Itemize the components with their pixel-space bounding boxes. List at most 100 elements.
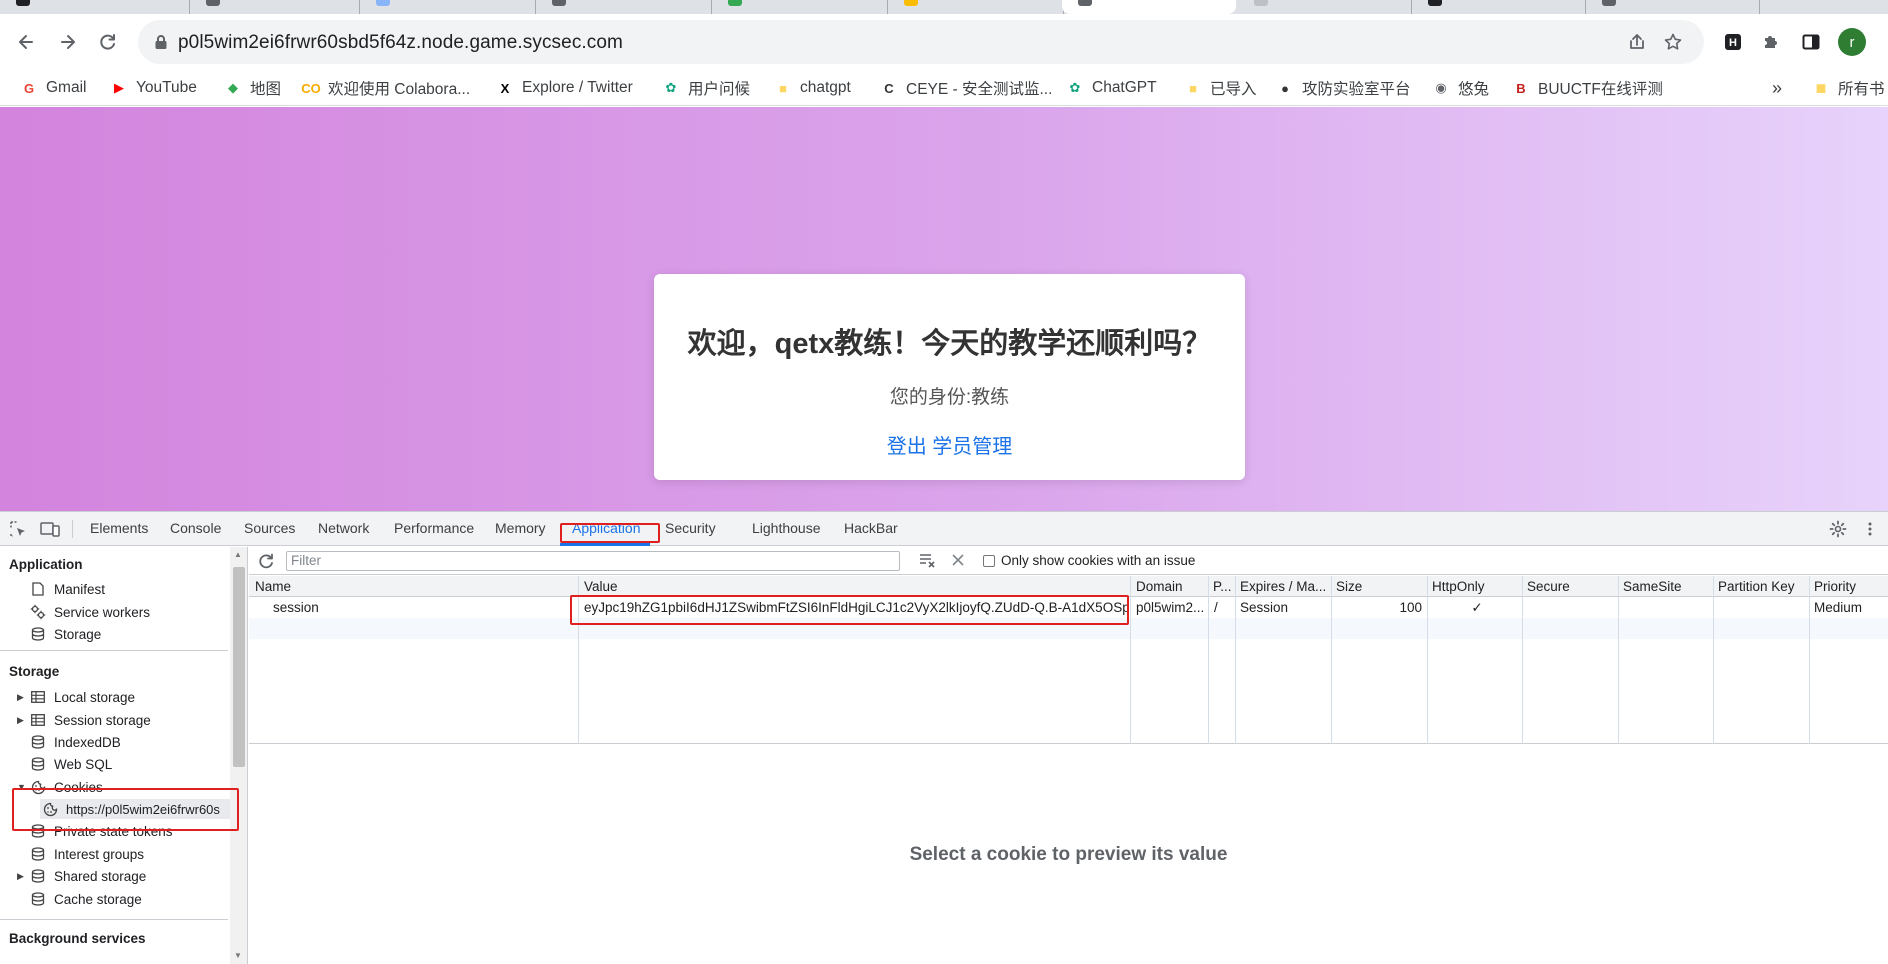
profile-avatar[interactable]: r bbox=[1838, 28, 1866, 56]
devtools-tab-application[interactable]: Application bbox=[572, 520, 641, 536]
share-button[interactable] bbox=[1626, 31, 1648, 53]
only-issue-filter[interactable]: Only show cookies with an issue bbox=[983, 553, 1195, 568]
devtools-menu-button[interactable] bbox=[1860, 520, 1880, 538]
column-header-domain[interactable]: Domain bbox=[1136, 579, 1206, 594]
refresh-cookies-button[interactable] bbox=[257, 552, 275, 573]
browser-tab[interactable] bbox=[1586, 0, 1760, 14]
sidebar-item-interest-groups[interactable]: Interest groups bbox=[30, 844, 144, 864]
bookmark-item[interactable]: C CEYE - 安全测试监... bbox=[880, 76, 1052, 100]
bookmark-label: chatgpt bbox=[800, 79, 851, 96]
scroll-up-arrow-icon[interactable]: ▲ bbox=[234, 550, 242, 559]
sidebar-item-session-storage[interactable]: ▶ Session storage bbox=[17, 710, 151, 730]
browser-tab[interactable] bbox=[536, 0, 712, 14]
column-header-size[interactable]: Size bbox=[1336, 579, 1426, 594]
bookmark-item[interactable]: CO 欢迎使用 Colabora... bbox=[301, 76, 470, 100]
devtools-tab-security[interactable]: Security bbox=[665, 520, 716, 536]
delete-selected-cookie-button[interactable] bbox=[951, 553, 965, 570]
sidebar-item-service-workers[interactable]: Service workers bbox=[30, 602, 150, 622]
bookmark-item[interactable]: ■ 已导入 bbox=[1184, 76, 1256, 100]
clear-all-cookies-button[interactable] bbox=[919, 552, 937, 571]
forward-button[interactable] bbox=[54, 28, 82, 56]
cookie-row[interactable]: session eyJpc19hZG1pbiI6dHJ1ZSwibmFtZSI6… bbox=[249, 597, 1888, 618]
sidebar-scrollbar[interactable]: ▲ ▼ bbox=[230, 547, 247, 964]
table-icon bbox=[30, 712, 46, 728]
devtools-tab-lighthouse[interactable]: Lighthouse bbox=[752, 520, 821, 536]
side-panel-button[interactable] bbox=[1800, 31, 1822, 53]
browser-tab[interactable] bbox=[712, 0, 888, 14]
hackbar-extension-button[interactable]: H bbox=[1722, 31, 1744, 53]
all-bookmarks-button[interactable]: ■ 所有书 bbox=[1812, 76, 1885, 100]
bookmark-item[interactable]: G Gmail bbox=[20, 76, 87, 100]
logout-link[interactable]: 登出 bbox=[887, 436, 927, 458]
sidebar-item-indexeddb[interactable]: IndexedDB bbox=[30, 732, 121, 752]
bookmark-item[interactable]: ◉ 悠兔 bbox=[1432, 76, 1489, 100]
expand-arrow-icon[interactable]: ▶ bbox=[17, 692, 24, 703]
cookie-preview-placeholder: Select a cookie to preview its value bbox=[909, 844, 1228, 865]
column-header-priority[interactable]: Priority bbox=[1814, 579, 1884, 594]
bookmark-item[interactable]: ✿ ChatGPT bbox=[1066, 76, 1157, 100]
devtools-tab-network[interactable]: Network bbox=[318, 520, 369, 536]
sidebar-item-cache-storage[interactable]: Cache storage bbox=[30, 889, 142, 909]
browser-tab[interactable] bbox=[1238, 0, 1412, 14]
sidebar-item-web-sql[interactable]: Web SQL bbox=[30, 754, 112, 774]
scroll-down-arrow-icon[interactable]: ▼ bbox=[234, 951, 242, 960]
expand-arrow-icon[interactable]: ▶ bbox=[17, 871, 24, 882]
devtools-tab-console[interactable]: Console bbox=[170, 520, 221, 536]
reload-button[interactable] bbox=[94, 28, 122, 56]
inspect-element-button[interactable] bbox=[8, 520, 28, 538]
devtools-tab-memory[interactable]: Memory bbox=[495, 520, 546, 536]
bookmark-item[interactable]: ▶ YouTube bbox=[110, 76, 197, 100]
column-header-expires[interactable]: Expires / Ma... bbox=[1240, 579, 1332, 594]
back-button[interactable] bbox=[12, 28, 40, 56]
column-header-path[interactable]: P... bbox=[1213, 579, 1233, 594]
database-icon bbox=[30, 626, 46, 642]
student-manage-link[interactable]: 学员管理 bbox=[932, 436, 1012, 458]
sidebar-item-storage[interactable]: Storage bbox=[30, 624, 101, 644]
sidebar-item-local-storage[interactable]: ▶ Local storage bbox=[17, 687, 135, 707]
devtools-tab-performance[interactable]: Performance bbox=[394, 520, 474, 536]
sidebar-item-shared-storage[interactable]: ▶ Shared storage bbox=[17, 866, 146, 886]
bookmark-item[interactable]: B BUUCTF在线评测 bbox=[1512, 76, 1663, 100]
url-text[interactable]: p0l5wim2ei6frwr60sbd5f64z.node.game.sycs… bbox=[178, 32, 623, 54]
column-header-value[interactable]: Value bbox=[584, 579, 1034, 594]
column-header-secure[interactable]: Secure bbox=[1527, 579, 1617, 594]
column-header-name[interactable]: Name bbox=[255, 579, 515, 594]
expand-arrow-icon[interactable]: ▶ bbox=[17, 715, 24, 726]
collapse-arrow-icon[interactable]: ▼ bbox=[17, 782, 26, 792]
devtools-settings-button[interactable] bbox=[1828, 520, 1848, 538]
database-icon bbox=[30, 823, 46, 839]
sidebar-item-cookies[interactable]: ▼ Cookies bbox=[17, 777, 103, 797]
devtools-tab-elements[interactable]: Elements bbox=[90, 520, 148, 536]
browser-tab[interactable] bbox=[190, 0, 360, 14]
browser-tab-active[interactable] bbox=[1062, 0, 1236, 14]
cookie-filter-input[interactable]: Filter bbox=[286, 551, 900, 571]
bookmark-star-button[interactable] bbox=[1662, 31, 1684, 53]
more-bookmarks-button[interactable]: » bbox=[1772, 76, 1782, 100]
bookmark-label: 攻防实验室平台 bbox=[1302, 81, 1411, 98]
address-bar[interactable]: p0l5wim2ei6frwr60sbd5f64z.node.game.sycs… bbox=[138, 20, 1704, 64]
devtools-tab-sources[interactable]: Sources bbox=[244, 520, 295, 536]
scrollbar-thumb[interactable] bbox=[233, 567, 245, 767]
browser-tab[interactable] bbox=[0, 0, 190, 14]
sidebar-item-private-state-tokens[interactable]: Private state tokens bbox=[30, 821, 173, 841]
sidebar-item-manifest[interactable]: Manifest bbox=[30, 579, 105, 599]
toolbar-divider bbox=[72, 520, 73, 538]
bookmark-item[interactable]: X Explore / Twitter bbox=[496, 76, 633, 100]
browser-tab[interactable] bbox=[888, 0, 1064, 14]
bookmark-item[interactable]: ✿ 用户问候 bbox=[662, 76, 750, 100]
sidebar-item-cookie-origin[interactable]: https://p0l5wim2ei6frwr60s bbox=[40, 799, 236, 819]
devtools-tab-hackbar[interactable]: HackBar bbox=[844, 520, 898, 536]
browser-tab[interactable] bbox=[1412, 0, 1586, 14]
only-issue-checkbox[interactable] bbox=[983, 554, 995, 567]
column-header-httponly[interactable]: HttpOnly bbox=[1432, 579, 1522, 594]
bookmark-item[interactable]: ◆ 地图 bbox=[224, 76, 281, 100]
bookmark-item[interactable]: ■ chatgpt bbox=[774, 76, 851, 100]
extensions-button[interactable] bbox=[1760, 31, 1782, 53]
arrow-right-icon bbox=[61, 35, 75, 49]
bookmark-item[interactable]: ● 攻防实验室平台 bbox=[1276, 76, 1411, 100]
column-header-partition-key[interactable]: Partition Key bbox=[1718, 579, 1808, 594]
column-header-samesite[interactable]: SameSite bbox=[1623, 579, 1713, 594]
browser-tab[interactable] bbox=[360, 0, 536, 14]
database-icon bbox=[30, 891, 46, 907]
device-toolbar-button[interactable] bbox=[40, 520, 60, 538]
